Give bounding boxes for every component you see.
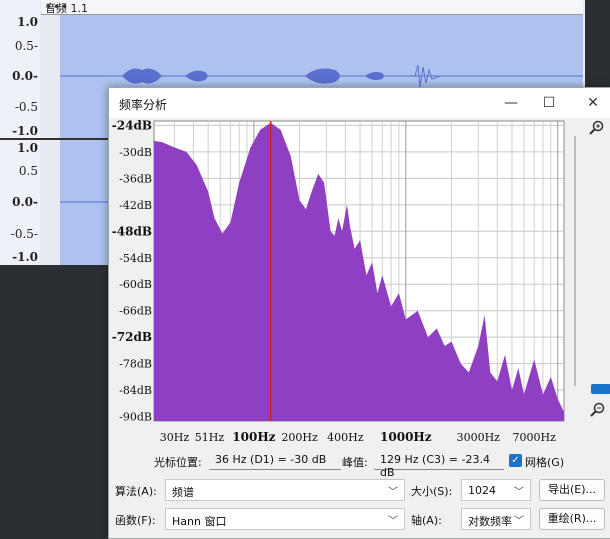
peak-value: 129 Hz (C3) = -23.4 dB [374, 450, 504, 479]
axis-select-value: 对数频率 [468, 515, 512, 528]
y-tick-label: -24dB [112, 118, 152, 132]
algorithm-label: 算法(A): [115, 485, 157, 498]
y-tick-label: -78dB [119, 358, 152, 371]
grid-label[interactable]: 网格(G) [525, 454, 564, 470]
size-select[interactable]: 1024 ﹀ [461, 479, 531, 501]
algorithm-select[interactable]: 频谱 ﹀ [165, 479, 405, 501]
chevron-down-icon: ﹀ [388, 487, 398, 498]
ruler-label: -0.5 [14, 100, 38, 114]
ruler-label: 0.5 [18, 164, 38, 178]
y-tick-label: -36dB [119, 172, 152, 185]
ruler-label: -1.0 [12, 250, 38, 264]
track-menu-icon[interactable]: ••• [45, 0, 577, 14]
x-axis: 30Hz 51Hz 100Hz 200Hz 400Hz 1000Hz 3000Hz 7000H… [160, 430, 556, 444]
x-tick-label: 200Hz [281, 431, 318, 444]
minimize-button[interactable]: — [499, 92, 523, 114]
axis-label: 轴(A): [411, 514, 442, 527]
size-select-value: 1024 [468, 484, 496, 497]
cursor-position-value: 36 Hz (D1) = -30 dB [209, 450, 341, 470]
export-button[interactable]: 导出(E)... [539, 479, 605, 501]
amplitude-ruler: 1.0 0.5- 0.0- -0.5 -1.0 1.0 0.5 0.0- -0.… [0, 0, 40, 265]
maximize-button[interactable]: ☐ [537, 92, 561, 114]
track-title-bar[interactable]: 音频 1.1 ••• [41, 0, 583, 15]
x-tick-label: 7000Hz [512, 431, 556, 444]
zoom-in-icon[interactable] [589, 120, 604, 135]
algorithm-select-value: 频谱 [172, 486, 194, 499]
replot-button[interactable]: 重绘(R)... [539, 508, 605, 530]
cursor-position-label: 光标位置: [154, 456, 202, 469]
y-tick-label: -72dB [112, 330, 152, 344]
ruler-label: -1.0 [12, 124, 38, 138]
ruler-label: 0.5- [14, 39, 38, 53]
function-select[interactable]: Hann 窗口 ﹀ [165, 508, 405, 530]
dialog-title: 频率分析 [119, 98, 168, 112]
zoom-out-icon[interactable] [590, 402, 605, 417]
y-tick-label: -84dB [119, 384, 152, 397]
x-tick-label: 30Hz [160, 431, 190, 444]
chevron-down-icon: ﹀ [514, 516, 524, 527]
peak-label: 峰值: [342, 456, 368, 469]
function-label: 函数(F): [115, 514, 156, 527]
y-tick-label: -54dB [119, 252, 152, 265]
y-tick-label: -48dB [112, 224, 152, 238]
spectrum-plot[interactable]: -24dB -30dB -36dB -42dB -48dB -54dB -60dB -66dB… [109, 118, 610, 448]
ruler-label: 0.0- [12, 195, 38, 209]
y-tick-label: -30dB [119, 146, 152, 159]
function-select-value: Hann 窗口 [172, 515, 227, 528]
x-tick-label: 100Hz [232, 430, 275, 444]
close-button[interactable]: ✕ [581, 92, 605, 114]
ruler-label: 0.0- [12, 69, 38, 83]
y-tick-label: -60dB [119, 278, 152, 291]
chevron-down-icon: ﹀ [514, 487, 524, 498]
size-label: 大小(S): [411, 485, 453, 498]
y-tick-label: -90dB [119, 411, 152, 424]
grid-checkbox[interactable]: ✓ [509, 454, 522, 467]
y-tick-label: -66dB [119, 305, 152, 318]
y-tick-label: -42dB [119, 199, 152, 212]
dialog-title-bar[interactable]: 频率分析 — ☐ ✕ [109, 88, 610, 118]
ruler-label: 1.0 [17, 15, 38, 29]
chevron-down-icon: ﹀ [388, 516, 398, 527]
axis-select[interactable]: 对数频率 ﹀ [461, 508, 531, 530]
x-tick-label: 51Hz [195, 431, 225, 444]
zoom-thumb[interactable] [591, 384, 610, 394]
frequency-analysis-dialog: 频率分析 — ☐ ✕ -24dB -30dB -36dB -42dB -48dB -54d… [108, 87, 610, 539]
x-tick-label: 3000Hz [457, 431, 501, 444]
x-tick-label: 400Hz [327, 431, 364, 444]
ruler-label: 1.0 [17, 141, 38, 155]
ruler-label: -0.5- [10, 227, 38, 241]
y-axis: -24dB -30dB -36dB -42dB -48dB -54dB -60dB -66dB… [112, 118, 152, 423]
x-tick-label: 1000Hz [380, 430, 432, 444]
